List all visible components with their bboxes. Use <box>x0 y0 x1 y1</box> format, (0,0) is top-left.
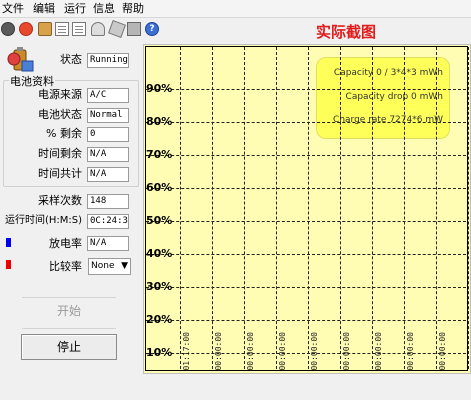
ratio-legend-swatch <box>6 260 11 269</box>
menu-run[interactable]: 运行 <box>64 2 86 15</box>
grid-line-h <box>146 155 466 156</box>
document-icon[interactable] <box>55 22 69 36</box>
battery-chart: Capacity 0 / 3*4*3 mWh Capacity drop 0 m… <box>143 44 471 374</box>
discharge-legend-swatch <box>6 238 11 247</box>
samples-value: 148 <box>87 194 129 209</box>
grid-line-h <box>146 287 466 288</box>
x-tick-label: 00:00:00 <box>406 332 415 371</box>
x-tick-label: 00:00:00 <box>278 332 287 371</box>
samples-label: 采样次数 <box>38 194 82 207</box>
grid-line-h <box>146 89 466 90</box>
x-tick-label: 00:00:00 <box>246 332 255 371</box>
menu-info[interactable]: 信息 <box>93 2 115 15</box>
power-source-label: 电源来源 <box>38 88 82 101</box>
remaining-percent-value: 0 <box>87 127 129 142</box>
start-button[interactable]: 开始 <box>21 299 117 325</box>
y-tick-label: 20% <box>146 313 173 326</box>
y-tick-label: 60% <box>146 181 173 194</box>
time-total-label: 时间共计 <box>38 167 82 180</box>
battery-group-title: 电池资料 <box>9 73 55 89</box>
time-total-value: N/A <box>87 167 129 182</box>
power-source-value: A/C <box>87 88 129 103</box>
stop-button[interactable]: 停止 <box>21 334 117 360</box>
grid-line-v <box>212 47 213 369</box>
y-tick-label: 30% <box>146 280 173 293</box>
menu-file[interactable]: 文件 <box>2 2 24 15</box>
battery-icon[interactable] <box>38 22 52 36</box>
chevron-down-icon: ▼ <box>121 261 128 271</box>
tools-icon[interactable] <box>108 20 126 38</box>
grid-line-v <box>404 47 405 369</box>
discharge-value: N/A <box>87 236 129 251</box>
ratio-label: 比较率 <box>49 260 82 273</box>
capacity-text: Capacity 0 / 3*4*3 mWh <box>333 68 443 78</box>
separator <box>22 328 116 329</box>
grid-line-h <box>146 320 466 321</box>
help-icon[interactable]: ? <box>145 22 159 36</box>
y-tick-label: 10% <box>146 346 173 359</box>
x-tick-label: 00:00:00 <box>214 332 223 371</box>
grid-line-h <box>146 188 466 189</box>
time-remaining-value: N/A <box>87 147 129 162</box>
remaining-percent-label: % 剩余 <box>46 127 82 140</box>
toolbar: ? <box>0 18 471 42</box>
x-tick-label: 00:00:00 <box>310 332 319 371</box>
settings-icon[interactable] <box>127 22 141 36</box>
status-label: 状态 <box>60 53 82 66</box>
y-tick-label: 90% <box>146 82 173 95</box>
grid-line-h <box>146 122 466 123</box>
grid-line-v <box>340 47 341 369</box>
battery-logo-icon <box>7 47 34 72</box>
ratio-select[interactable]: None ▼ <box>88 258 131 275</box>
x-tick-label: 00:00:00 <box>374 332 383 371</box>
ratio-select-value: None <box>91 261 115 271</box>
checklist-icon[interactable] <box>72 22 86 36</box>
discharge-label: 放电率 <box>49 237 82 250</box>
menu-help[interactable]: 帮助 <box>122 2 144 15</box>
y-tick-label: 70% <box>146 148 173 161</box>
status-value: Running <box>87 53 129 68</box>
grid-line-h <box>146 221 466 222</box>
gauge-icon[interactable] <box>91 22 105 36</box>
y-tick-label: 40% <box>146 247 173 260</box>
screenshot-caption: 实际截图 <box>316 23 377 41</box>
grid-line-h <box>146 353 466 354</box>
separator <box>22 297 116 298</box>
x-tick-label: 00:00:00 <box>438 332 447 371</box>
time-remaining-label: 时间剩余 <box>38 147 82 160</box>
grid-line-h <box>146 254 466 255</box>
battery-status-label: 电池状态 <box>38 108 82 121</box>
grid-line-v <box>180 47 181 369</box>
chart-info-box: Capacity 0 / 3*4*3 mWh Capacity drop 0 m… <box>316 57 450 139</box>
grid-line-v <box>276 47 277 369</box>
menu-edit[interactable]: 编辑 <box>33 2 55 15</box>
runtime-value: 0C:24:36 <box>87 214 129 229</box>
stop-circle-icon[interactable] <box>1 22 15 36</box>
x-tick-label: 01:17:00 <box>182 332 191 371</box>
x-tick-label: 00:00:00 <box>342 332 351 371</box>
grid-line-v <box>468 47 469 369</box>
charge-rate-text: Charge rate 7274*6 mW <box>333 115 443 125</box>
grid-line-v <box>244 47 245 369</box>
y-tick-label: 50% <box>146 214 173 227</box>
record-icon[interactable] <box>19 22 33 36</box>
runtime-label: 运行时间(H:M:S) <box>4 215 82 226</box>
grid-line-v <box>436 47 437 369</box>
grid-line-v <box>372 47 373 369</box>
battery-status-value: Normal <box>87 108 129 123</box>
capacity-drop-text: Capacity drop 0 mWh <box>345 92 443 102</box>
grid-line-v <box>308 47 309 369</box>
menu-bar: 文件 编辑 运行 信息 帮助 <box>0 0 471 18</box>
y-tick-label: 80% <box>146 115 173 128</box>
